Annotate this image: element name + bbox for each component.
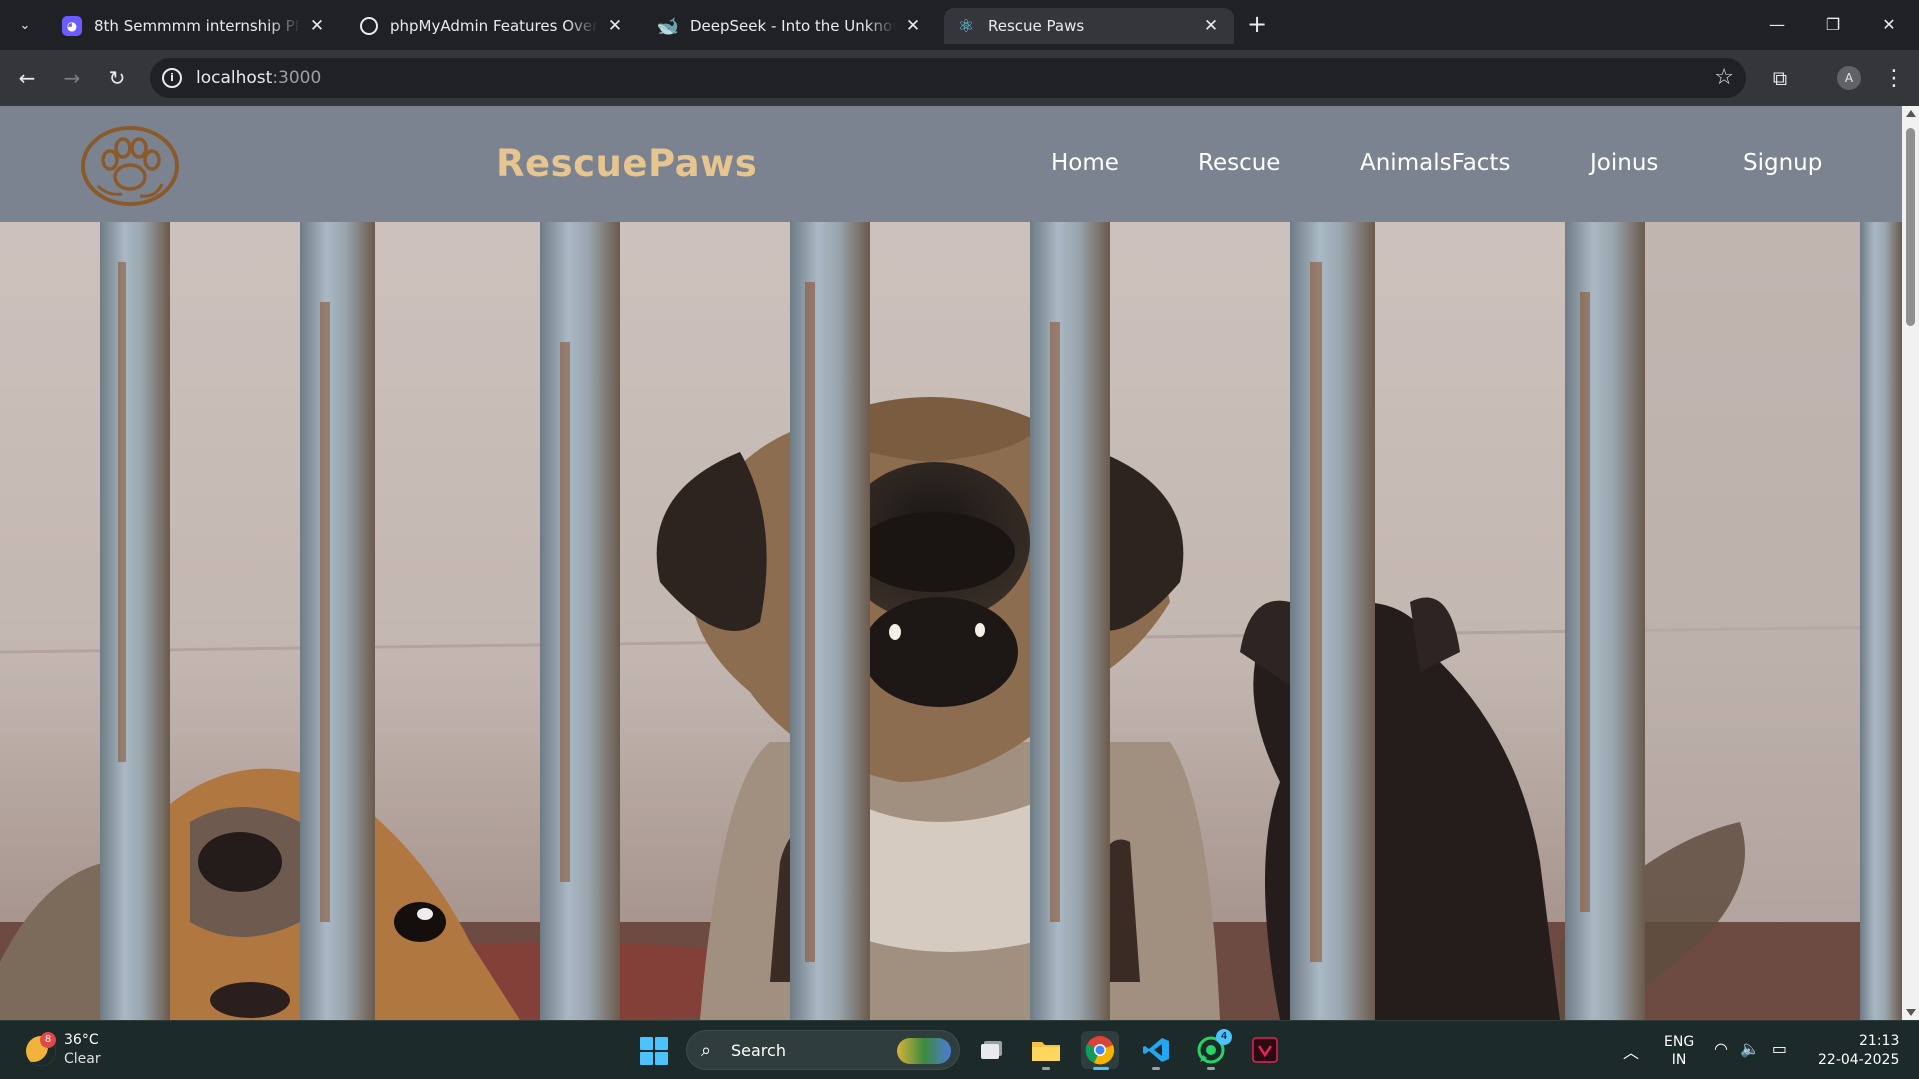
brand-title[interactable]: RescuePaws bbox=[496, 142, 757, 185]
forward-arrow-icon[interactable]: → bbox=[58, 64, 86, 92]
running-indicator bbox=[1207, 1067, 1215, 1070]
close-icon[interactable]: ✕ bbox=[902, 15, 924, 37]
system-tray[interactable]: ◠ 🔈 ▭ bbox=[1714, 1039, 1787, 1058]
clock[interactable]: 21:13 22-04-2025 bbox=[1818, 1032, 1899, 1070]
back-arrow-icon[interactable]: ← bbox=[13, 64, 41, 92]
search-icon: ⌕ bbox=[701, 1040, 712, 1061]
browser-toolbar: ← → ↻ i localhost:3000 ☆ ⧉ A ⋮ bbox=[0, 50, 1919, 106]
tab-title: Rescue Paws bbox=[988, 17, 1085, 35]
clock-date: 22-04-2025 bbox=[1818, 1052, 1900, 1068]
battery-icon: ▭ bbox=[1771, 1039, 1788, 1058]
volume-icon: 🔈 bbox=[1739, 1039, 1760, 1058]
tab-search-chevron-icon[interactable]: ⌄ bbox=[12, 12, 38, 38]
running-indicator bbox=[1093, 1067, 1109, 1070]
wifi-icon: ◠ bbox=[1714, 1039, 1728, 1058]
site-info-icon[interactable]: i bbox=[162, 68, 182, 88]
deepseek-icon: 🐋 bbox=[656, 15, 680, 37]
app-v-icon[interactable] bbox=[1246, 1031, 1284, 1069]
nav-rescue[interactable]: Rescue bbox=[1198, 150, 1280, 176]
search-label: Search bbox=[731, 1041, 786, 1060]
tab-title: DeepSeek - Into the Unknown bbox=[690, 17, 896, 35]
nav-joinus[interactable]: Joinus bbox=[1590, 150, 1658, 176]
close-icon[interactable]: ✕ bbox=[306, 15, 328, 37]
tab-strip: ⌄ ◕ 8th Semmmm internship PPT re ✕ phpMy… bbox=[0, 0, 1919, 50]
nav-animals-facts[interactable]: AnimalsFacts bbox=[1360, 150, 1510, 176]
weather-widget[interactable]: 8 36°C Clear bbox=[22, 1030, 132, 1072]
url-host: localhost bbox=[196, 68, 273, 88]
lang-code: ENG bbox=[1664, 1034, 1695, 1050]
paw-logo-icon[interactable] bbox=[78, 124, 182, 208]
bookmark-star-icon[interactable]: ☆ bbox=[1714, 65, 1734, 90]
nav-home[interactable]: Home bbox=[1051, 150, 1119, 176]
taskbar-search-box[interactable]: ⌕ Search bbox=[686, 1030, 960, 1070]
lang-region: IN bbox=[1671, 1052, 1687, 1068]
extensions-icon[interactable]: ⧉ bbox=[1766, 64, 1794, 92]
url-text: localhost:3000 bbox=[196, 68, 321, 88]
show-hidden-icons-icon[interactable]: ︿ bbox=[1623, 1039, 1639, 1063]
minimize-icon[interactable]: — bbox=[1754, 8, 1800, 40]
react-icon: ⚛ bbox=[957, 15, 975, 37]
profile-avatar[interactable]: A bbox=[1837, 66, 1861, 90]
close-icon[interactable]: ✕ bbox=[604, 15, 626, 37]
url-port: :3000 bbox=[272, 68, 322, 88]
page-scrollbar[interactable] bbox=[1902, 106, 1919, 1020]
search-highlight-icon bbox=[897, 1038, 951, 1064]
address-bar[interactable]: i localhost:3000 ☆ bbox=[150, 58, 1746, 98]
tab-title: 8th Semmmm internship PPT re bbox=[94, 17, 300, 35]
copilot-icon: ◕ bbox=[62, 16, 82, 36]
tab-deepseek[interactable]: 🐋 DeepSeek - Into the Unknown ✕ bbox=[646, 8, 936, 44]
windows-start-icon[interactable] bbox=[640, 1037, 668, 1065]
reload-icon[interactable]: ↻ bbox=[103, 64, 131, 92]
hero-dog-shelter-image bbox=[0, 222, 1902, 1020]
tab-phpmyadmin[interactable]: phpMyAdmin Features Overview ✕ bbox=[348, 8, 638, 44]
nav-signup[interactable]: Signup bbox=[1743, 150, 1822, 176]
whatsapp-badge: 4 bbox=[1216, 1029, 1232, 1045]
page-viewport: RescuePaws Home Rescue AnimalsFacts Join… bbox=[0, 106, 1919, 1020]
language-indicator[interactable]: ENG IN bbox=[1664, 1033, 1694, 1069]
tab-copilot[interactable]: ◕ 8th Semmmm internship PPT re ✕ bbox=[50, 8, 340, 44]
site-navbar: RescuePaws Home Rescue AnimalsFacts Join… bbox=[0, 106, 1902, 222]
openai-icon bbox=[360, 17, 378, 35]
tab-title: phpMyAdmin Features Overview bbox=[390, 17, 598, 35]
windows-taskbar: 8 36°C Clear ⌕ Search 4 ︿ ENG IN ◠ 🔈 ▭ 2… bbox=[0, 1020, 1919, 1079]
tab-rescue-paws[interactable]: ⚛ Rescue Paws ✕ bbox=[944, 8, 1234, 44]
restore-icon[interactable]: ❐ bbox=[1810, 8, 1856, 40]
running-indicator bbox=[1152, 1067, 1160, 1070]
vscode-icon[interactable] bbox=[1137, 1031, 1175, 1070]
chrome-icon[interactable] bbox=[1081, 1031, 1119, 1070]
scroll-down-arrow-icon[interactable] bbox=[1906, 1009, 1916, 1016]
close-icon[interactable]: ✕ bbox=[1200, 15, 1222, 37]
running-indicator bbox=[1042, 1067, 1050, 1070]
weather-condition: Clear bbox=[64, 1051, 101, 1067]
weather-temperature: 36°C bbox=[64, 1032, 99, 1048]
file-explorer-icon[interactable] bbox=[1027, 1031, 1065, 1070]
task-view-icon[interactable] bbox=[973, 1031, 1011, 1069]
new-tab-button[interactable]: + bbox=[1244, 12, 1270, 38]
close-window-icon[interactable]: ✕ bbox=[1866, 8, 1912, 40]
scroll-up-arrow-icon[interactable] bbox=[1906, 110, 1916, 117]
weather-badge: 8 bbox=[40, 1032, 56, 1048]
scrollbar-thumb[interactable] bbox=[1906, 128, 1915, 326]
chrome-menu-icon[interactable]: ⋮ bbox=[1882, 64, 1906, 92]
whatsapp-icon[interactable]: 4 bbox=[1192, 1029, 1232, 1070]
clock-time: 21:13 bbox=[1859, 1033, 1900, 1049]
